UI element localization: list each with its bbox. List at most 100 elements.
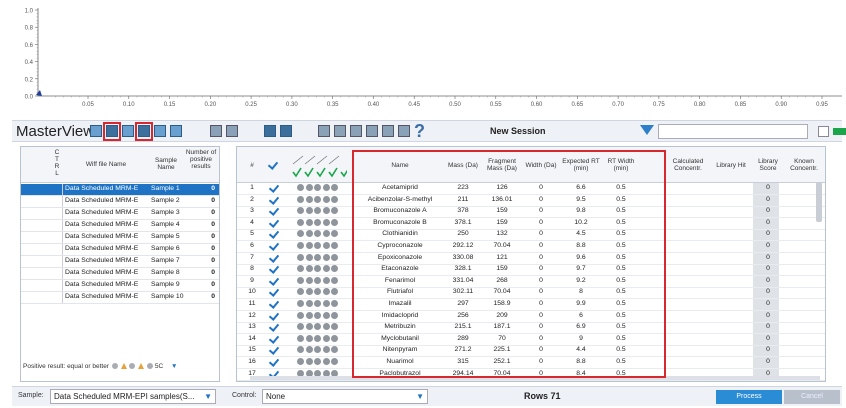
row-checkbox[interactable] [269,184,278,193]
library-score-header[interactable]: Library Score [753,147,783,183]
row-selector[interactable] [21,256,63,267]
highlight-box [135,122,153,141]
sample-row[interactable]: Data Scheduled MRM-E Sample 3 0 [21,208,219,220]
sample-row[interactable]: Data Scheduled MRM-E Sample 8 0 [21,268,219,280]
sample-row[interactable]: Data Scheduled MRM-E Sample 9 0 [21,280,219,292]
sample-row[interactable]: Data Scheduled MRM-E Sample 6 0 [21,244,219,256]
floppy-icon[interactable] [264,125,276,137]
row-selector[interactable] [21,280,63,291]
wiff-file-name: Data Scheduled MRM-E [65,281,139,288]
y-tick-label: 0.2 [25,77,34,83]
process-button[interactable]: Process [716,390,782,404]
calc-concentration-header[interactable]: Calculated Concentr. [667,147,709,183]
row-checkbox[interactable] [269,300,278,309]
row-checkbox[interactable] [269,335,278,344]
count-header[interactable]: Number of positive results [185,149,217,170]
sample-row[interactable]: Data Scheduled MRM-E Sample 2 0 [21,196,219,208]
settings-icon[interactable] [318,125,330,137]
row-selector[interactable] [21,232,63,243]
x-tick-label: 0.50 [449,102,461,108]
row-checkbox[interactable] [269,288,278,297]
wiff-file-name: Data Scheduled MRM-E [65,221,139,228]
library-score-value: 0 [766,346,770,354]
row-checkbox[interactable] [269,196,278,205]
status-dots [297,207,340,216]
positive-count: 0 [211,257,215,264]
row-checkbox[interactable] [269,358,278,367]
status-dots [297,358,340,367]
row-selector[interactable] [21,208,63,219]
chevron-down-icon: ▼ [416,392,424,401]
home-icon[interactable] [398,125,410,137]
warning-triangle-icon [138,363,145,370]
sample-row[interactable]: Data Scheduled MRM-E Sample 7 0 [21,256,219,268]
status-dots [297,288,340,297]
search-input[interactable] [658,124,808,139]
row-number: 10 [248,288,256,296]
columns-icon[interactable] [226,125,238,137]
status-check-icons [292,155,347,178]
row-checkbox[interactable] [269,242,278,251]
sample-name: Sample 7 [151,257,180,264]
report-icon[interactable] [170,125,182,137]
layout2-icon[interactable] [366,125,378,137]
control-select[interactable]: None ▼ [262,389,428,404]
masterview-title: MasterView [16,123,95,140]
row-checkbox[interactable] [269,265,278,274]
row-checkbox[interactable] [269,230,278,239]
row-selector[interactable] [21,268,63,279]
layout1-icon[interactable] [350,125,362,137]
library-hit-header[interactable]: Library Hit [709,147,753,183]
filter-checkbox[interactable] [818,126,829,137]
sample-name: Sample 6 [151,245,180,252]
sample-row[interactable]: Data Scheduled MRM-E Sample 1 0 [21,184,219,196]
ctrl-header[interactable]: C T R L [53,149,61,177]
floppy-alt-icon[interactable] [280,125,292,137]
cancel-button[interactable]: Cancel [784,390,840,404]
library-score-value: 0 [766,195,770,203]
row-checkbox[interactable] [269,254,278,263]
sample-name: Sample 9 [151,281,180,288]
lock-icon[interactable] [154,125,166,137]
open-folder-icon[interactable] [90,125,102,137]
layout3-icon[interactable] [382,125,394,137]
row-number: 3 [250,207,254,215]
row-checkbox[interactable] [269,219,278,228]
row-selector[interactable] [21,220,63,231]
select-all-checkbox[interactable] [265,147,279,183]
row-number-header[interactable]: # [239,147,265,183]
row-checkbox[interactable] [269,277,278,286]
row-checkbox[interactable] [269,312,278,321]
chevron-down-icon: ▼ [204,392,212,401]
sample-row[interactable]: Data Scheduled MRM-E Sample 10 0 [21,292,219,304]
table-icon[interactable] [122,125,134,137]
row-selector[interactable] [21,184,63,195]
grid-icon[interactable] [210,125,222,137]
status-dots [297,346,340,355]
sample-name-header[interactable]: Sample Name [149,157,183,171]
row-selector[interactable] [21,244,63,255]
row-number: 15 [248,346,256,354]
row-checkbox[interactable] [269,346,278,355]
row-selector[interactable] [21,292,63,303]
legend-dropdown-icon[interactable]: ▼ [171,363,177,370]
wiff-file-name: Data Scheduled MRM-E [65,197,139,204]
vertical-scrollbar[interactable] [816,182,822,222]
row-checkbox[interactable] [269,323,278,332]
known-concentration-header[interactable]: Known Concentr. [785,147,823,183]
positive-count: 0 [211,269,215,276]
highlight-box [103,122,121,141]
filter-icon[interactable] [640,125,654,135]
print-icon[interactable] [334,125,346,137]
row-selector[interactable] [21,196,63,207]
wiff-header[interactable]: Wiff file Name [71,161,141,168]
library-score-value: 0 [766,276,770,284]
help-icon[interactable]: ? [414,121,425,142]
sample-row[interactable]: Data Scheduled MRM-E Sample 4 0 [21,220,219,232]
status-indicator [833,128,846,135]
status-dots [297,195,340,205]
data-point-marker [36,90,42,96]
sample-select[interactable]: Data Scheduled MRM-EPI samples(S... ▼ [50,389,216,404]
row-checkbox[interactable] [269,207,278,216]
sample-row[interactable]: Data Scheduled MRM-E Sample 5 0 [21,232,219,244]
